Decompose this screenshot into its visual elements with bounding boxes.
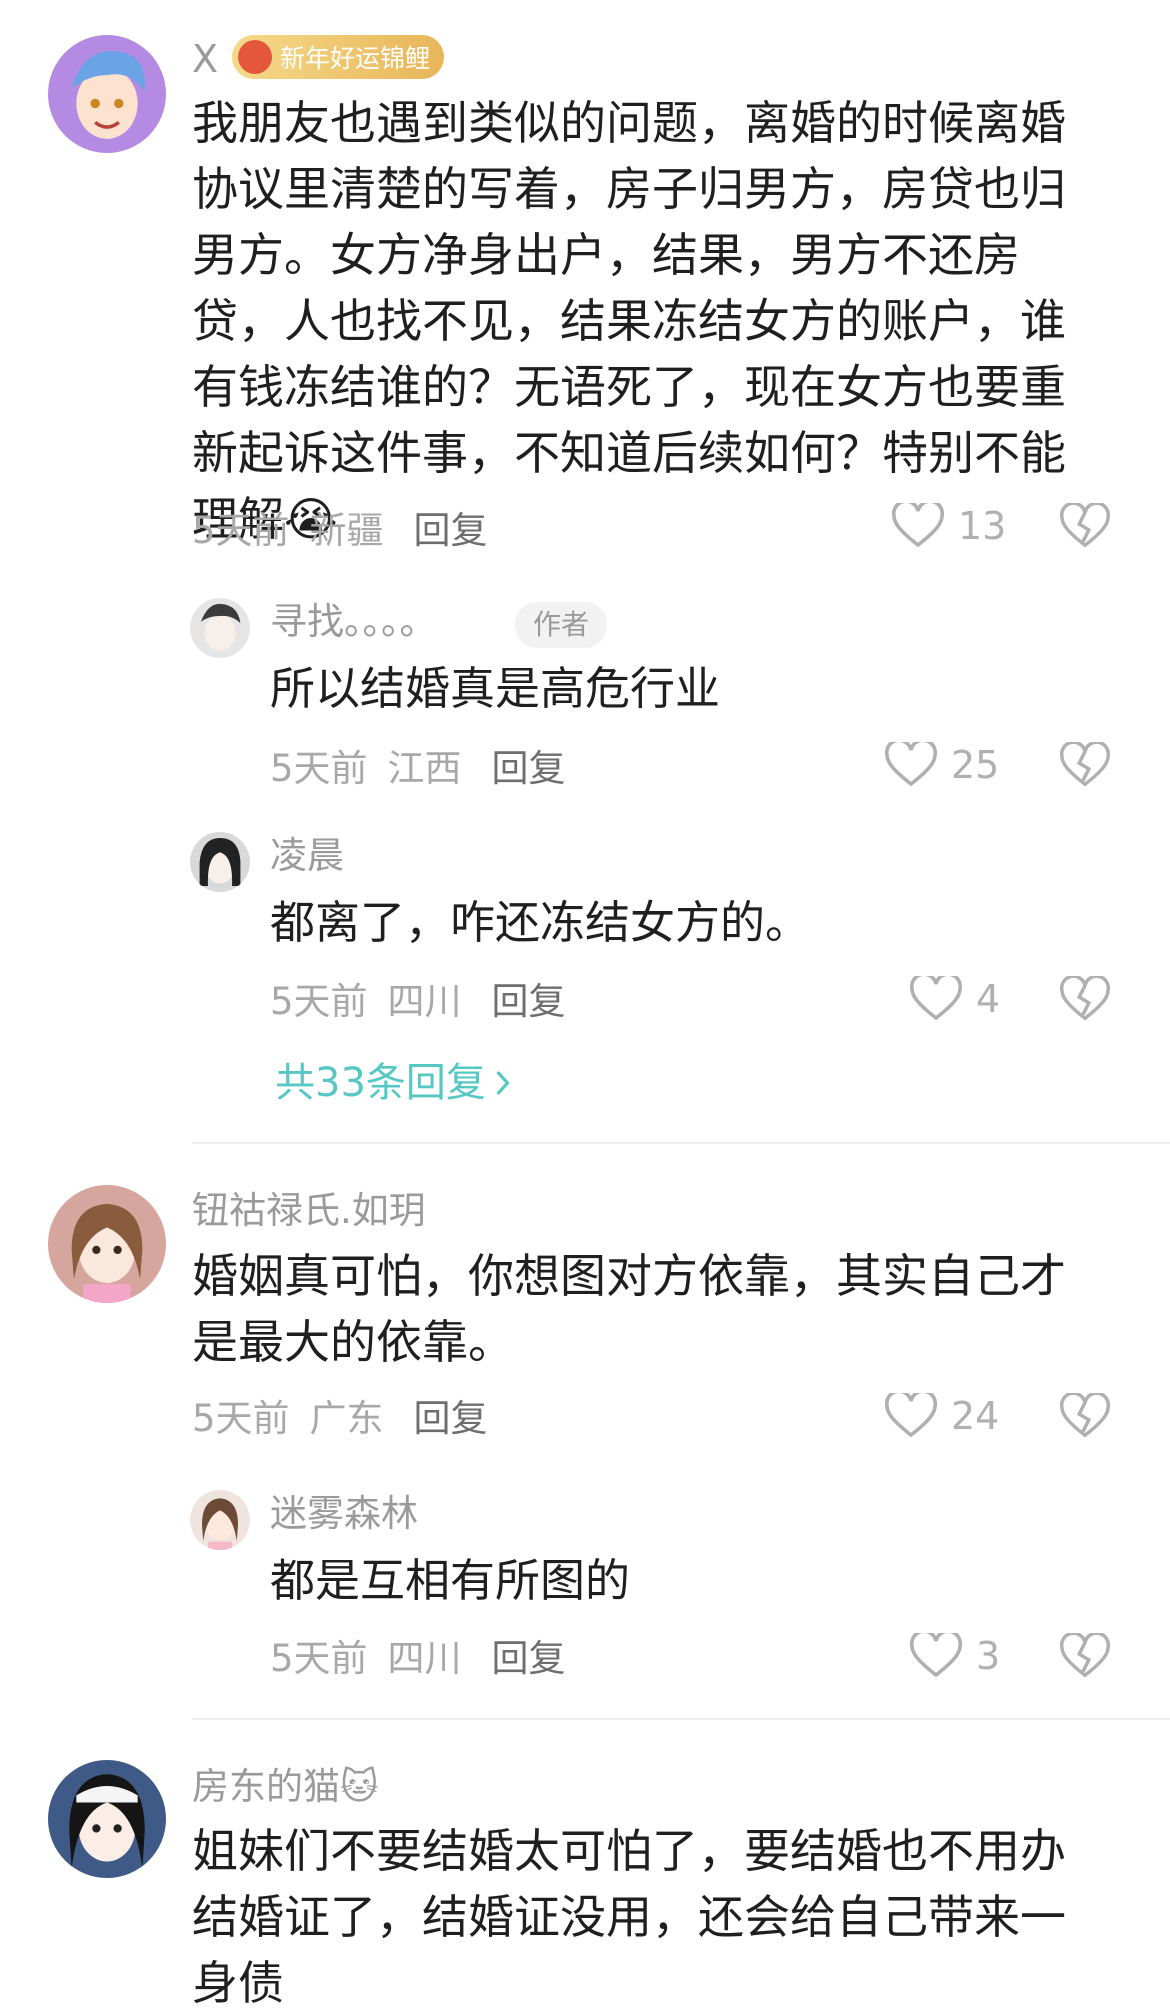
like-button[interactable]: 3 — [910, 1633, 1000, 1679]
chevron-right-icon — [496, 1071, 510, 1095]
reply-text[interactable]: 都是互相有所图的 — [270, 1548, 1090, 1614]
like-count: 13 — [958, 504, 1007, 548]
divider — [192, 1142, 1170, 1144]
username[interactable]: 迷雾森林 — [270, 1495, 418, 1532]
broken-heart-icon[interactable] — [1060, 1393, 1110, 1441]
view-more-replies-button[interactable]: 共33条回复 — [275, 1063, 512, 1103]
reply-button[interactable]: 回复 — [492, 980, 566, 1023]
avatar[interactable] — [190, 598, 250, 658]
reply-location: 四川 — [387, 980, 462, 1023]
reply-location: 四川 — [387, 1637, 462, 1680]
reply-location: 江西 — [387, 747, 462, 790]
broken-heart-icon[interactable] — [1060, 1633, 1110, 1681]
reply-meta: 5天前 江西 回复 — [270, 750, 566, 787]
username[interactable]: 房东的猫🐱 — [192, 1768, 379, 1805]
avatar[interactable] — [48, 35, 166, 153]
reply-meta: 5天前 四川 回复 — [270, 983, 566, 1020]
like-button[interactable]: 24 — [885, 1393, 999, 1439]
comment-location: 新疆 — [309, 509, 384, 552]
reply-time: 5天前 — [270, 747, 368, 790]
koi-icon — [238, 40, 272, 74]
username[interactable]: 寻找。。。。 — [270, 603, 437, 640]
like-button[interactable]: 4 — [910, 976, 1000, 1022]
reply-button[interactable]: 回复 — [414, 1397, 488, 1440]
reply-button[interactable]: 回复 — [492, 747, 566, 790]
broken-heart-icon[interactable] — [1060, 503, 1110, 551]
heart-outline-icon — [892, 503, 944, 548]
username[interactable]: X — [192, 40, 218, 78]
like-count: 4 — [976, 977, 1001, 1021]
comment-time: 5天前 — [192, 1397, 290, 1440]
author-tag: 作者 — [515, 602, 608, 648]
comment-meta: 5天前 广东 回复 — [192, 1400, 488, 1437]
avatar[interactable] — [48, 1760, 166, 1878]
like-count: 24 — [951, 1394, 1000, 1438]
reply-text[interactable]: 都离了，咋还冻结女方的。 — [270, 890, 1090, 956]
broken-heart-icon[interactable] — [1060, 742, 1110, 790]
heart-outline-icon — [885, 742, 937, 787]
comment-text[interactable]: 我朋友也遇到类似的问题，离婚的时候离婚协议里清楚的写着，房子归男方，房贷也归男方… — [192, 90, 1092, 552]
reply-time: 5天前 — [270, 980, 368, 1023]
avatar[interactable] — [190, 1490, 250, 1550]
heart-outline-icon — [910, 1633, 962, 1678]
comment-time: 5天前 — [192, 509, 290, 552]
like-button[interactable]: 25 — [885, 742, 999, 788]
comment-text[interactable]: 婚姻真可怕，你想图对方依靠，其实自己才是最大的依靠。 — [192, 1243, 1092, 1375]
comment-location: 广东 — [309, 1397, 384, 1440]
comment-meta: 5天前 新疆 回复 — [192, 512, 488, 549]
heart-outline-icon — [910, 976, 962, 1021]
username[interactable]: 凌晨 — [270, 837, 344, 874]
badge-label: 新年好运锦鲤 — [280, 44, 431, 73]
more-replies-label: 共33条回复 — [275, 1060, 486, 1106]
reply-text[interactable]: 所以结婚真是高危行业 — [270, 656, 1090, 722]
user-badge: 新年好运锦鲤 — [232, 35, 445, 79]
divider — [192, 1718, 1170, 1720]
comment-text[interactable]: 姐妹们不要结婚太可怕了，要结婚也不用办结婚证了，结婚证没用，还会给自己带来一身债 — [192, 1818, 1092, 2016]
like-count: 3 — [976, 1634, 1001, 1678]
cat-emoji: 🐱 — [340, 1765, 379, 1808]
like-button[interactable]: 13 — [892, 503, 1006, 549]
heart-outline-icon — [885, 1393, 937, 1438]
reply-button[interactable]: 回复 — [492, 1637, 566, 1680]
avatar[interactable] — [48, 1185, 166, 1303]
reply-button[interactable]: 回复 — [414, 509, 488, 552]
broken-heart-icon[interactable] — [1060, 976, 1110, 1024]
username[interactable]: 钮祜禄氏.如玥 — [192, 1192, 426, 1229]
reply-meta: 5天前 四川 回复 — [270, 1640, 566, 1677]
like-count: 25 — [951, 743, 1000, 787]
reply-time: 5天前 — [270, 1637, 368, 1680]
avatar[interactable] — [190, 832, 250, 892]
